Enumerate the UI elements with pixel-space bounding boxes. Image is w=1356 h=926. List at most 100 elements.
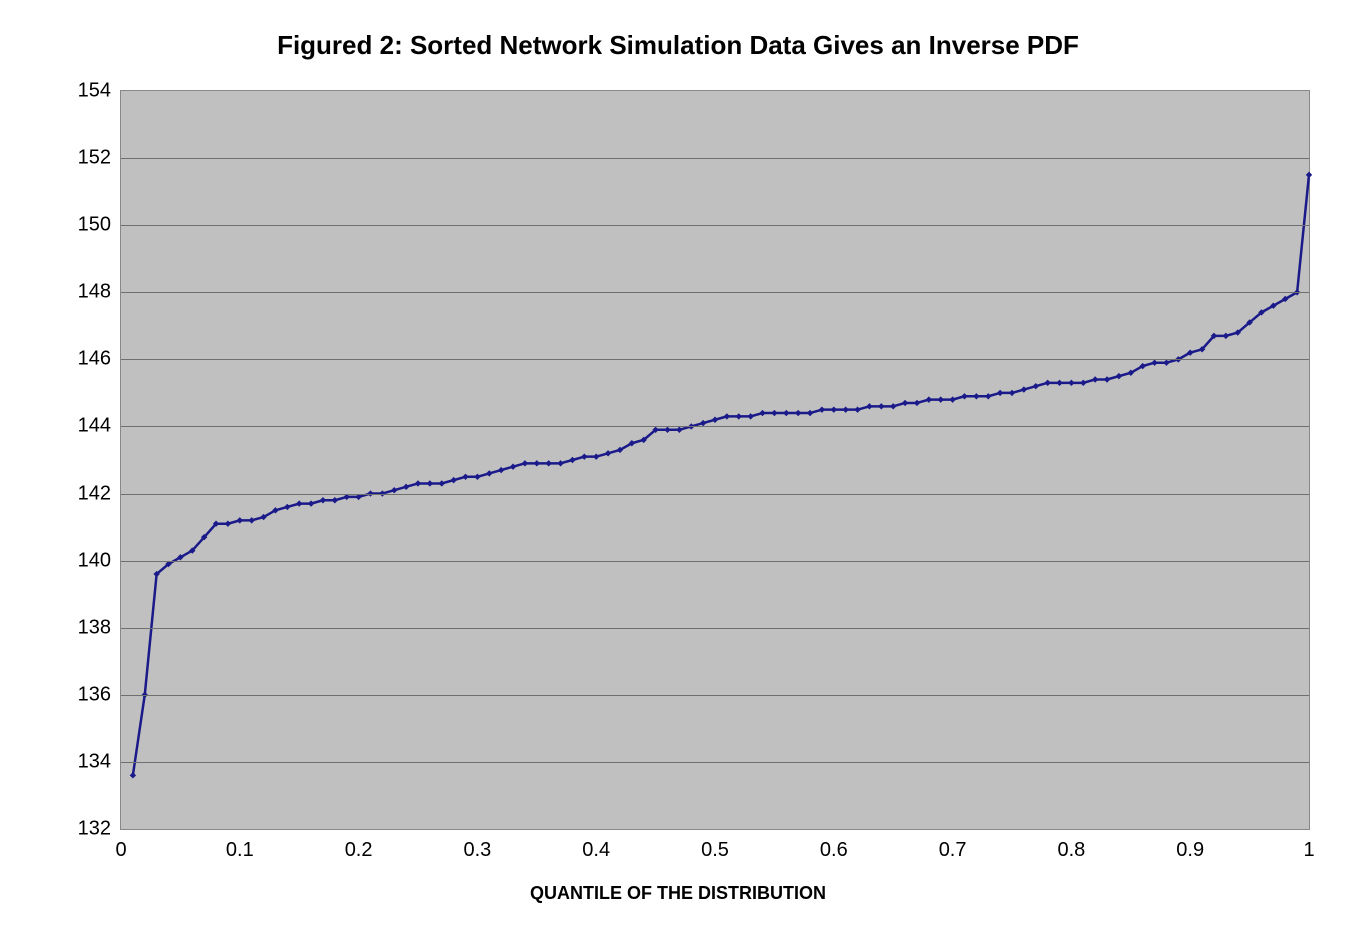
data-marker [557, 460, 563, 466]
y-gridline [121, 695, 1309, 696]
x-tick-label: 0.4 [582, 839, 610, 862]
data-marker [866, 403, 872, 409]
y-tick-label: 150 [78, 214, 111, 237]
y-tick-label: 136 [78, 683, 111, 706]
data-marker [736, 413, 742, 419]
y-gridline [121, 225, 1309, 226]
data-marker [712, 417, 718, 423]
data-marker [759, 410, 765, 416]
data-marker [1151, 360, 1157, 366]
data-marker [985, 393, 991, 399]
data-marker [225, 521, 231, 527]
y-tick-label: 132 [78, 818, 111, 841]
data-marker [807, 410, 813, 416]
y-gridline [121, 628, 1309, 629]
data-marker [391, 487, 397, 493]
x-tick-label: 1 [1303, 839, 1314, 862]
data-marker [890, 403, 896, 409]
data-marker [724, 413, 730, 419]
data-marker [427, 480, 433, 486]
data-marker [1033, 383, 1039, 389]
y-tick-label: 142 [78, 482, 111, 505]
x-tick-label: 0.9 [1176, 839, 1204, 862]
x-tick-label: 0 [115, 839, 126, 862]
data-marker [664, 427, 670, 433]
data-marker [486, 470, 492, 476]
data-marker [498, 467, 504, 473]
data-marker [1116, 373, 1122, 379]
data-marker [593, 453, 599, 459]
data-marker [1163, 360, 1169, 366]
data-marker [1092, 376, 1098, 382]
data-marker [130, 772, 136, 778]
y-gridline [121, 292, 1309, 293]
data-marker [581, 453, 587, 459]
data-marker [700, 420, 706, 426]
plot-area: 13213413613814014214414614815015215400.1… [120, 90, 1310, 830]
y-tick-label: 152 [78, 147, 111, 170]
y-tick-label: 134 [78, 750, 111, 773]
data-marker [237, 517, 243, 523]
data-marker [462, 474, 468, 480]
y-tick-label: 140 [78, 549, 111, 572]
y-tick-label: 144 [78, 415, 111, 438]
y-gridline [121, 426, 1309, 427]
data-marker [854, 406, 860, 412]
data-marker [296, 500, 302, 506]
x-tick-label: 0.3 [463, 839, 491, 862]
y-gridline [121, 158, 1309, 159]
data-marker [1056, 380, 1062, 386]
x-tick-label: 0.1 [226, 839, 254, 862]
x-tick-label: 0.6 [820, 839, 848, 862]
data-marker [320, 497, 326, 503]
data-marker [474, 474, 480, 480]
data-marker [676, 427, 682, 433]
y-tick-label: 148 [78, 281, 111, 304]
data-marker [1306, 172, 1312, 178]
data-marker [450, 477, 456, 483]
data-marker [510, 464, 516, 470]
data-marker [344, 494, 350, 500]
data-marker [545, 460, 551, 466]
data-marker [415, 480, 421, 486]
y-tick-label: 138 [78, 616, 111, 639]
data-marker [783, 410, 789, 416]
data-marker [771, 410, 777, 416]
line-series [121, 91, 1309, 829]
x-axis-label: QUANTILE OF THE DISTRIBUTION [0, 883, 1356, 904]
data-marker [997, 390, 1003, 396]
data-marker [842, 406, 848, 412]
data-marker [569, 457, 575, 463]
x-tick-label: 0.7 [939, 839, 967, 862]
chart-container: Figured 2: Sorted Network Simulation Dat… [0, 0, 1356, 926]
data-marker [878, 403, 884, 409]
data-marker [248, 517, 254, 523]
data-marker [439, 480, 445, 486]
data-marker [949, 396, 955, 402]
data-marker [926, 396, 932, 402]
chart-title: Figured 2: Sorted Network Simulation Dat… [0, 30, 1356, 61]
data-line [133, 175, 1309, 775]
data-marker [605, 450, 611, 456]
x-tick-label: 0.2 [345, 839, 373, 862]
y-gridline [121, 762, 1309, 763]
data-marker [961, 393, 967, 399]
y-gridline [121, 494, 1309, 495]
data-marker [1080, 380, 1086, 386]
data-marker [747, 413, 753, 419]
data-marker [902, 400, 908, 406]
data-marker [1104, 376, 1110, 382]
data-marker [332, 497, 338, 503]
data-marker [914, 400, 920, 406]
y-tick-label: 154 [78, 80, 111, 103]
data-marker [1068, 380, 1074, 386]
data-marker [819, 406, 825, 412]
data-marker [1044, 380, 1050, 386]
data-marker [284, 504, 290, 510]
data-marker [522, 460, 528, 466]
data-marker [534, 460, 540, 466]
data-marker [1009, 390, 1015, 396]
data-marker [831, 406, 837, 412]
data-marker [973, 393, 979, 399]
data-marker [308, 500, 314, 506]
